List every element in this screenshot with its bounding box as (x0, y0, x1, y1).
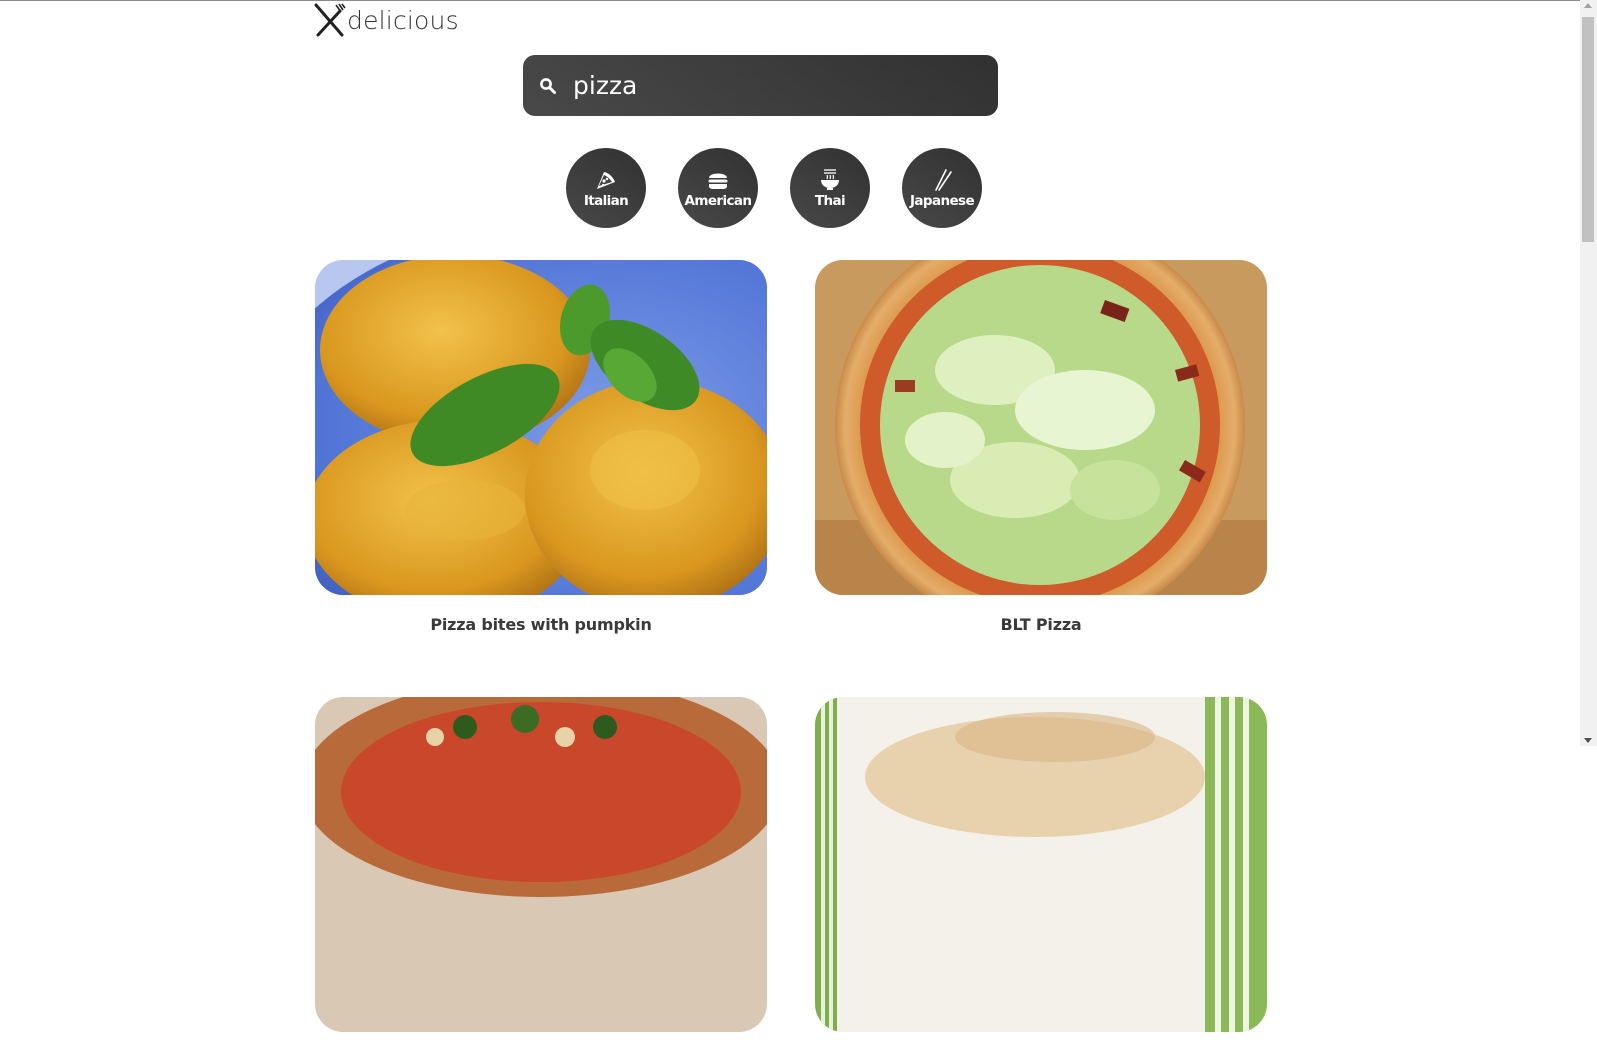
recipe-card[interactable] (315, 697, 767, 1052)
category-label: Thai (814, 193, 846, 209)
scrollbar-thumb[interactable] (1582, 17, 1594, 242)
search-icon (540, 77, 556, 94)
scroll-down-arrow-icon[interactable] (1584, 738, 1592, 743)
pizza-bites-photo (315, 260, 767, 595)
recipe-image[interactable] (315, 697, 767, 1032)
noodle-bowl-icon (821, 169, 839, 190)
category-label: Japanese (909, 193, 975, 209)
category-list: Italian American Thai Japanese (566, 148, 982, 228)
window-top-border (0, 0, 1597, 1)
logo-text: delicious (347, 5, 459, 35)
recipe-image[interactable] (315, 260, 767, 595)
category-label: Italian (583, 193, 629, 209)
recipe-card[interactable]: BLT Pizza (815, 260, 1267, 634)
logo[interactable]: delicious (314, 2, 459, 38)
category-american-button[interactable]: American (678, 148, 758, 228)
category-label: American (684, 193, 752, 209)
recipe-title[interactable]: BLT Pizza (815, 615, 1267, 634)
category-japanese-button[interactable]: Japanese (902, 148, 982, 228)
burger-icon (708, 173, 728, 189)
scroll-up-arrow-icon[interactable] (1584, 3, 1592, 8)
search-input[interactable] (573, 71, 973, 100)
blt-pizza-photo (815, 260, 1267, 595)
vertical-scrollbar[interactable] (1580, 0, 1597, 746)
recipe-image[interactable] (815, 260, 1267, 595)
fork-knife-icon (314, 3, 346, 37)
recipe-image[interactable] (815, 697, 1267, 1032)
category-thai-button[interactable]: Thai (790, 148, 870, 228)
recipe-title[interactable]: Pizza bites with pumpkin (315, 615, 767, 634)
recipe-card[interactable]: Pizza bites with pumpkin (315, 260, 767, 634)
pizza-photo (815, 697, 1267, 1032)
search-bar[interactable] (523, 55, 998, 116)
chopsticks-icon (935, 169, 952, 191)
category-italian-button[interactable]: Italian (566, 148, 646, 228)
pizza-icon (597, 172, 615, 189)
pizza-photo (315, 697, 767, 1032)
recipe-card[interactable] (815, 697, 1267, 1052)
